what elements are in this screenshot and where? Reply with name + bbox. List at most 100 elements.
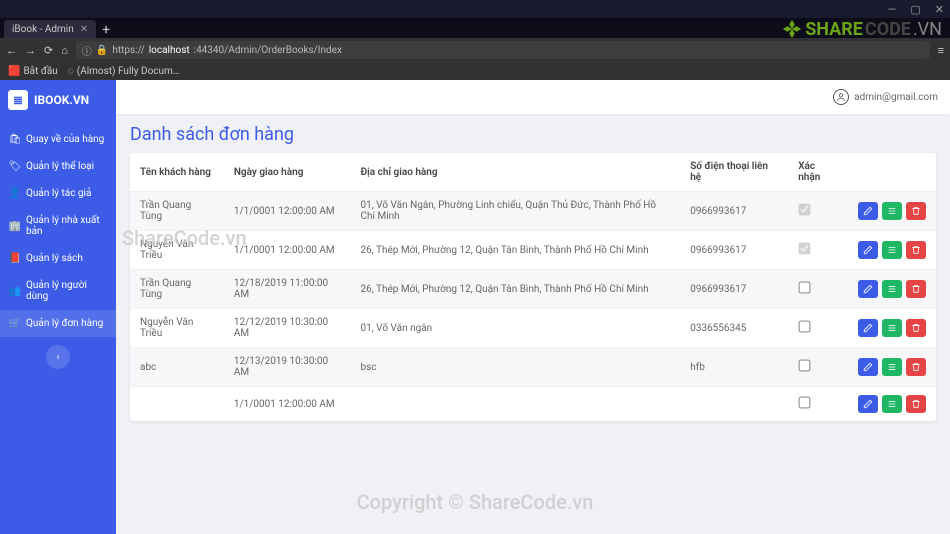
url-host: localhost bbox=[149, 45, 190, 56]
bookmark-item[interactable]: 🟥 Bắt đầu bbox=[8, 66, 58, 77]
orders-table-card: Tên khách hàng Ngày giao hàng Địa chỉ gi… bbox=[130, 153, 936, 421]
detail-button[interactable] bbox=[882, 202, 902, 220]
col-phone: Số điện thoại liên hệ bbox=[680, 153, 788, 192]
cell-address: 01, Võ Văn Ngân, Phường Linh chiểu, Quận… bbox=[350, 192, 680, 231]
browser-tabbar: iBook - Admin ✕ + bbox=[0, 18, 950, 38]
cell-customer: Trần Quang Tùng bbox=[130, 270, 224, 309]
confirm-checkbox[interactable] bbox=[799, 360, 811, 372]
detail-button[interactable] bbox=[882, 241, 902, 259]
cell-customer: Nguyễn Văn Triều bbox=[130, 309, 224, 348]
sidebar-item-label: Quản lý tác giả bbox=[26, 188, 91, 199]
avatar bbox=[833, 89, 849, 105]
cell-customer: Trần Quang Tùng bbox=[130, 192, 224, 231]
delete-button[interactable] bbox=[906, 319, 926, 337]
delete-button[interactable] bbox=[906, 241, 926, 259]
user-email: admin@gmail.com bbox=[854, 92, 938, 103]
window-maximize-icon[interactable]: ▢ bbox=[910, 3, 920, 16]
shop-icon: 🛍 bbox=[10, 135, 20, 145]
cell-confirm bbox=[788, 348, 848, 387]
bookmark-icon: 🟥 bbox=[8, 66, 20, 77]
cart-icon: 🛒 bbox=[10, 319, 20, 329]
sidebar-collapse-button[interactable]: ‹ bbox=[46, 345, 70, 369]
confirm-checkbox[interactable] bbox=[799, 282, 811, 294]
cell-phone: 0966993617 bbox=[680, 192, 788, 231]
window-minimize-icon[interactable]: ― bbox=[888, 3, 897, 16]
detail-button[interactable] bbox=[882, 395, 902, 413]
cell-customer: abc bbox=[130, 348, 224, 387]
back-icon[interactable]: ← bbox=[6, 44, 17, 57]
edit-button[interactable] bbox=[858, 241, 878, 259]
cell-confirm bbox=[788, 387, 848, 422]
cell-address bbox=[350, 387, 680, 422]
delete-button[interactable] bbox=[906, 280, 926, 298]
bookmark-item[interactable]: ◌ (Almost) Fully Docum… bbox=[68, 66, 180, 77]
sidebar-item-back-to-shop[interactable]: 🛍 Quay về của hàng bbox=[0, 126, 116, 153]
browser-tab[interactable]: iBook - Admin ✕ bbox=[4, 20, 96, 38]
tags-icon: 🏷 bbox=[10, 162, 20, 172]
detail-button[interactable] bbox=[882, 319, 902, 337]
main-area: admin@gmail.com Danh sách đơn hàng Tên k… bbox=[116, 80, 950, 534]
table-row: Trần Quang Tùng 1/1/0001 12:00:00 AM 01,… bbox=[130, 192, 936, 231]
confirm-checkbox[interactable] bbox=[799, 321, 811, 333]
chevron-left-icon: ‹ bbox=[56, 352, 59, 363]
sidebar-item-books[interactable]: 📕 Quản lý sách bbox=[0, 245, 116, 272]
table-row: abc 12/13/2019 10:30:00 AM bsc hfb bbox=[130, 348, 936, 387]
sidebar: ≣ IBOOK.VN 🛍 Quay về của hàng 🏷 Quản lý … bbox=[0, 80, 116, 534]
edit-button[interactable] bbox=[858, 202, 878, 220]
reload-icon[interactable]: ⟳ bbox=[44, 44, 53, 57]
cell-date: 1/1/0001 12:00:00 AM bbox=[224, 192, 351, 231]
cell-confirm bbox=[788, 309, 848, 348]
table-row: Nguyễn Văn Triều 12/12/2019 10:30:00 AM … bbox=[130, 309, 936, 348]
brand-name: IBOOK.VN bbox=[34, 93, 89, 107]
delete-button[interactable] bbox=[906, 202, 926, 220]
topbar: admin@gmail.com bbox=[116, 80, 950, 114]
table-row: 1/1/0001 12:00:00 AM bbox=[130, 387, 936, 422]
menu-icon[interactable]: ≡ bbox=[938, 44, 944, 57]
cell-phone: 0966993617 bbox=[680, 270, 788, 309]
sidebar-item-publishers[interactable]: 🏢 Quản lý nhà xuất bản bbox=[0, 207, 116, 245]
edit-button[interactable] bbox=[858, 358, 878, 376]
cell-address: bsc bbox=[350, 348, 680, 387]
building-icon: 🏢 bbox=[10, 221, 20, 231]
new-tab-button[interactable]: + bbox=[96, 22, 116, 38]
sidebar-item-label: Quản lý người dùng bbox=[26, 280, 106, 302]
bookmark-label: (Almost) Fully Docum… bbox=[77, 66, 180, 77]
edit-button[interactable] bbox=[858, 319, 878, 337]
forward-icon[interactable]: → bbox=[25, 44, 36, 57]
window-close-icon[interactable]: ✕ bbox=[935, 3, 944, 16]
col-customer: Tên khách hàng bbox=[130, 153, 224, 192]
confirm-checkbox[interactable] bbox=[799, 397, 811, 409]
delete-button[interactable] bbox=[906, 358, 926, 376]
cell-date: 1/1/0001 12:00:00 AM bbox=[224, 231, 351, 270]
col-confirm: Xác nhận bbox=[788, 153, 848, 192]
home-icon[interactable]: ⌂ bbox=[61, 44, 68, 57]
bookmarks-bar: 🟥 Bắt đầu ◌ (Almost) Fully Docum… bbox=[0, 62, 950, 80]
user-menu[interactable]: admin@gmail.com bbox=[833, 89, 938, 105]
detail-button[interactable] bbox=[882, 358, 902, 376]
tab-close-icon[interactable]: ✕ bbox=[80, 24, 88, 35]
sidebar-item-label: Quản lý thể loại bbox=[26, 161, 94, 172]
table-row: Nguyễn Văn Triều 1/1/0001 12:00:00 AM 26… bbox=[130, 231, 936, 270]
cell-address: 01, Võ Văn ngân bbox=[350, 309, 680, 348]
table-row: Trần Quang Tùng 12/18/2019 11:00:00 AM 2… bbox=[130, 270, 936, 309]
confirm-checkbox bbox=[799, 243, 811, 255]
sidebar-item-users[interactable]: 👥 Quản lý người dùng bbox=[0, 272, 116, 310]
edit-button[interactable] bbox=[858, 395, 878, 413]
url-path: :44340/Admin/OrderBooks/Index bbox=[194, 45, 342, 56]
sidebar-item-orders[interactable]: 🛒 Quản lý đơn hàng bbox=[0, 310, 116, 337]
brand-logo[interactable]: ≣ IBOOK.VN bbox=[0, 80, 116, 120]
bookmark-label: Bắt đầu bbox=[23, 66, 57, 77]
sidebar-item-label: Quản lý sách bbox=[26, 253, 83, 264]
info-icon: ⓘ bbox=[82, 43, 92, 58]
cell-phone: 0336556345 bbox=[680, 309, 788, 348]
browser-navbar: ← → ⟳ ⌂ ⓘ 🔒 https://localhost:44340/Admi… bbox=[0, 38, 950, 62]
edit-button[interactable] bbox=[858, 280, 878, 298]
address-bar[interactable]: ⓘ 🔒 https://localhost:44340/Admin/OrderB… bbox=[76, 41, 930, 59]
user-icon: 👤 bbox=[10, 189, 20, 199]
sidebar-item-categories[interactable]: 🏷 Quản lý thể loại bbox=[0, 153, 116, 180]
sidebar-item-label: Quản lý đơn hàng bbox=[26, 318, 103, 329]
brand-logo-icon: ≣ bbox=[8, 90, 28, 110]
delete-button[interactable] bbox=[906, 395, 926, 413]
sidebar-item-authors[interactable]: 👤 Quản lý tác giả bbox=[0, 180, 116, 207]
detail-button[interactable] bbox=[882, 280, 902, 298]
